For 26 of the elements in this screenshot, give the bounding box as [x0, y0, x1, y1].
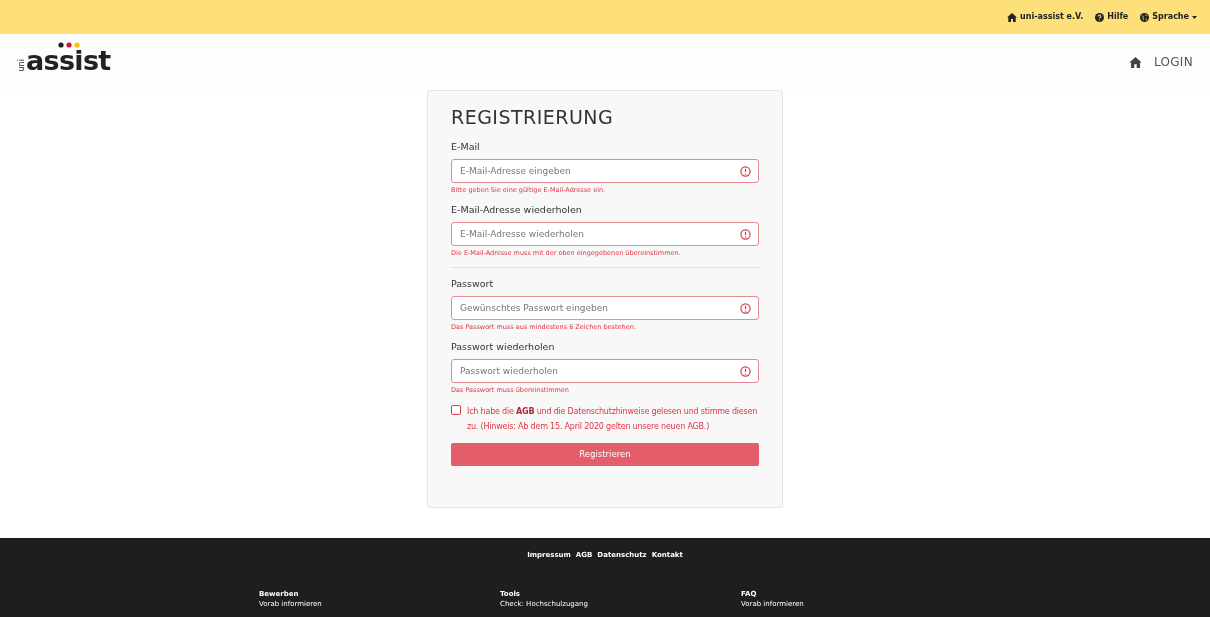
home-icon [1128, 56, 1142, 68]
caret-icon [1192, 15, 1197, 19]
help-icon [1095, 12, 1105, 22]
alert-icon [740, 166, 751, 177]
top-bar-link[interactable]: Hilfe [1095, 11, 1129, 23]
globe-icon [1140, 12, 1150, 22]
logo-dots-icon [58, 42, 82, 48]
login-link[interactable]: LOGIN [1128, 53, 1193, 71]
field-label: Passwort wiederholen [451, 341, 556, 353]
input-field[interactable]: E-Mail-Adresse eingeben [451, 159, 759, 183]
top-bar-link[interactable]: uni-assist e.V. [1007, 11, 1084, 23]
alert-icon [740, 303, 751, 314]
field-label: E-Mail-Adresse wiederholen [451, 204, 583, 216]
alert-icon [740, 366, 751, 377]
alert-icon [740, 229, 751, 240]
consent-checkbox[interactable] [451, 405, 461, 415]
input-field[interactable]: Gewünschtes Passwort eingeben [451, 296, 759, 320]
logo-wordmark[interactable]: assist [26, 45, 111, 76]
home-icon [1007, 12, 1018, 22]
input-field[interactable]: E-Mail-Adresse wiederholen [451, 222, 759, 246]
field-label: E-Mail [451, 141, 481, 153]
consent-text: Ich habe die AGB und die Datenschutzhinweise gelesen und stimme diesen zu. (Hinweis: Ab dem 15. April 2020 gelten unsere neuen AGB.) [467, 406, 759, 433]
top-bar-link[interactable]: Sprache [1140, 11, 1197, 23]
form-title: REGISTRIERUNG [451, 105, 615, 129]
input-field[interactable]: Passwort wiederholen [451, 359, 759, 383]
field-label: Passwort [451, 278, 495, 290]
